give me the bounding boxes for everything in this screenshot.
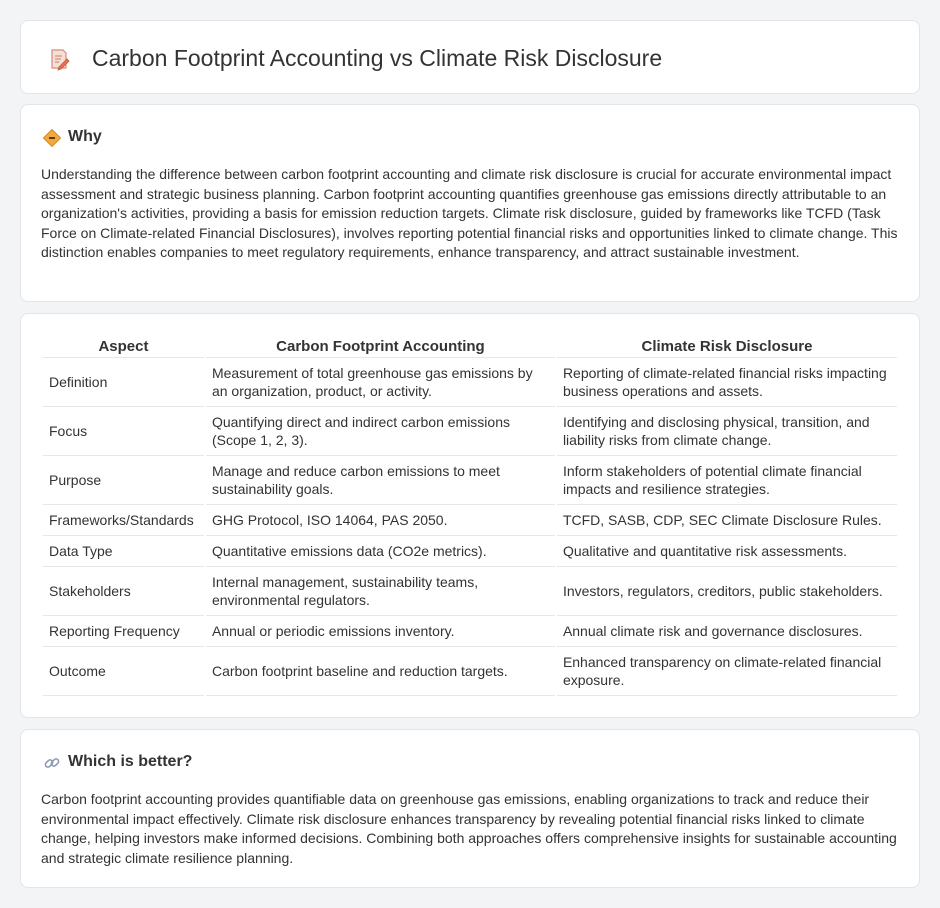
- comparison-table-card: Aspect Carbon Footprint Accounting Clima…: [20, 313, 920, 718]
- table-row: Reporting Frequency Annual or periodic e…: [43, 616, 897, 647]
- cell-climate: Reporting of climate-related financial r…: [556, 358, 897, 407]
- why-heading-label: Why: [68, 128, 102, 145]
- cell-climate: Investors, regulators, creditors, public…: [556, 567, 897, 616]
- why-text: Understanding the difference between car…: [41, 166, 898, 260]
- cell-carbon: Manage and reduce carbon emissions to me…: [205, 456, 555, 505]
- cell-climate: Annual climate risk and governance discl…: [556, 616, 897, 647]
- title-card: Carbon Footprint Accounting vs Climate R…: [20, 20, 920, 94]
- which-is-better-section: Which is better? Carbon footprint accoun…: [20, 729, 920, 888]
- cell-carbon: Quantifying direct and indirect carbon e…: [205, 407, 555, 456]
- cell-aspect: Definition: [43, 358, 204, 407]
- better-heading-label: Which is better?: [68, 753, 193, 770]
- cell-aspect: Outcome: [43, 647, 204, 696]
- cell-aspect: Purpose: [43, 456, 204, 505]
- header-aspect: Aspect: [43, 334, 204, 358]
- comparison-table: Aspect Carbon Footprint Accounting Clima…: [41, 334, 899, 696]
- table-row: Focus Quantifying direct and indirect ca…: [43, 407, 897, 456]
- header-climate: Climate Risk Disclosure: [556, 334, 897, 358]
- cell-aspect: Stakeholders: [43, 567, 204, 616]
- cell-carbon: Carbon footprint baseline and reduction …: [205, 647, 555, 696]
- table-row: Stakeholders Internal management, sustai…: [43, 567, 897, 616]
- cell-carbon: Annual or periodic emissions inventory.: [205, 616, 555, 647]
- header-carbon: Carbon Footprint Accounting: [205, 334, 555, 358]
- page-title: Carbon Footprint Accounting vs Climate R…: [92, 45, 663, 71]
- cell-climate: Identifying and disclosing physical, tra…: [556, 407, 897, 456]
- table-row: Purpose Manage and reduce carbon emissio…: [43, 456, 897, 505]
- better-text: Carbon footprint accounting provides qua…: [41, 791, 897, 866]
- cell-aspect: Frameworks/Standards: [43, 505, 204, 536]
- cell-carbon: Measurement of total greenhouse gas emis…: [205, 358, 555, 407]
- table-row: Definition Measurement of total greenhou…: [43, 358, 897, 407]
- cell-aspect: Data Type: [43, 536, 204, 567]
- table-row: Frameworks/Standards GHG Protocol, ISO 1…: [43, 505, 897, 536]
- cell-climate: TCFD, SASB, CDP, SEC Climate Disclosure …: [556, 505, 897, 536]
- cell-climate: Enhanced transparency on climate-related…: [556, 647, 897, 696]
- cell-climate: Inform stakeholders of potential climate…: [556, 456, 897, 505]
- table-row: Data Type Quantitative emissions data (C…: [43, 536, 897, 567]
- cell-aspect: Focus: [43, 407, 204, 456]
- table-header-row: Aspect Carbon Footprint Accounting Clima…: [43, 334, 897, 358]
- cell-climate: Qualitative and quantitative risk assess…: [556, 536, 897, 567]
- cell-carbon: GHG Protocol, ISO 14064, PAS 2050.: [205, 505, 555, 536]
- cell-aspect: Reporting Frequency: [43, 616, 204, 647]
- table-row: Outcome Carbon footprint baseline and re…: [43, 647, 897, 696]
- cell-carbon: Quantitative emissions data (CO2e metric…: [205, 536, 555, 567]
- why-section: Why Understanding the difference between…: [20, 104, 920, 302]
- link-icon: [44, 758, 60, 768]
- diamond-sign-icon: [43, 129, 61, 147]
- notepad-pencil-icon: [51, 49, 70, 71]
- cell-carbon: Internal management, sustainability team…: [205, 567, 555, 616]
